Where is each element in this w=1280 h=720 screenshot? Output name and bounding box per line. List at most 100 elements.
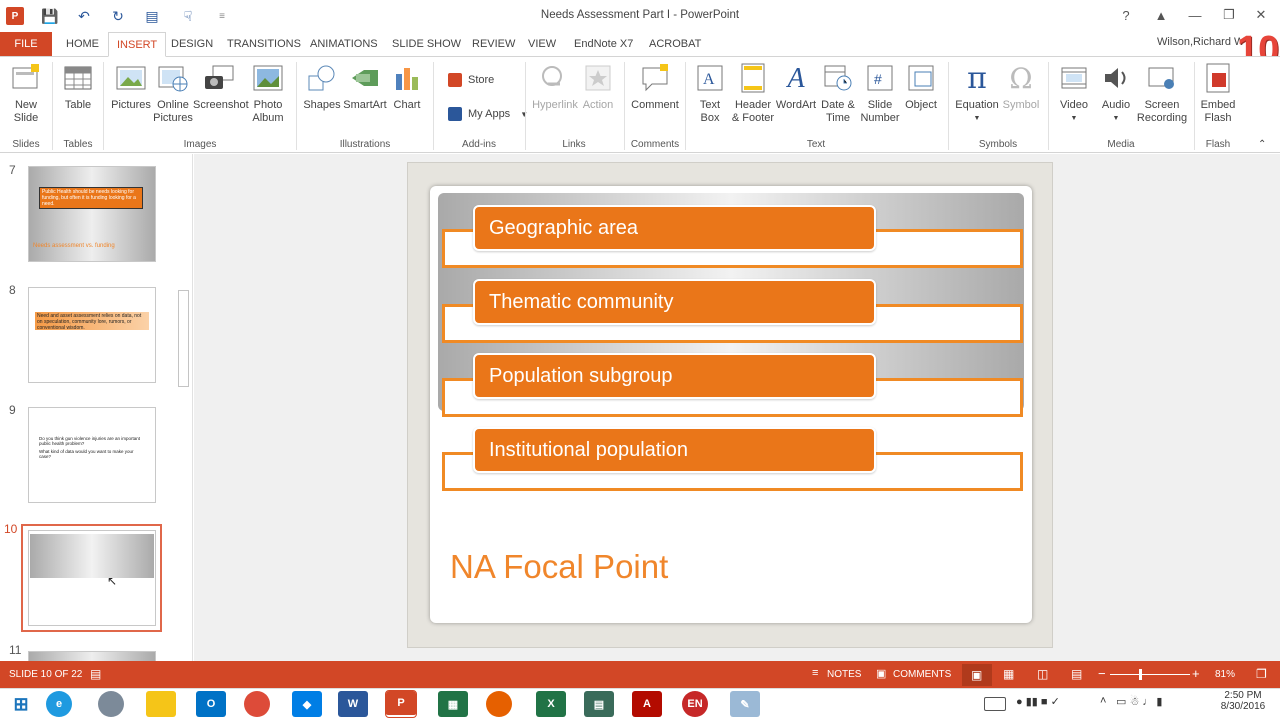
store-button[interactable]: Store [448,73,494,87]
collapse-ribbon-icon[interactable]: ⌃ [1258,139,1266,150]
shapes-button[interactable]: Shapes [301,62,343,112]
tab-file[interactable]: FILE [0,32,52,57]
focal-item-geographic-area[interactable]: Geographic area [473,205,876,251]
comment-icon [639,62,671,94]
comments-button[interactable]: COMMENTS [893,669,951,680]
fit-slide-icon[interactable]: ❐ [1256,667,1267,681]
acrobat-icon[interactable]: A [632,691,662,717]
powerpoint-taskbar-icon[interactable]: P [385,690,417,718]
thumb-text-box: Public Health should be needs looking fo… [39,187,143,209]
browser-icon[interactable] [98,691,124,717]
focal-item-thematic-community[interactable]: Thematic community [473,279,876,325]
hyperlink-button[interactable]: Hyperlink [530,62,580,112]
focal-item-population-subgroup[interactable]: Population subgroup [473,353,876,399]
svg-text:#: # [874,71,882,87]
tab-acrobat[interactable]: ACROBAT [641,32,709,57]
audio-button[interactable]: Audio ▼ [1096,62,1136,125]
keyboard-icon[interactable] [984,697,1006,711]
clock[interactable]: 2:50 PM 8/30/2016 [1218,690,1268,712]
action-button[interactable]: Action [580,62,616,112]
embed-flash-button[interactable]: Embed Flash [1198,62,1238,125]
new-slide-button[interactable]: New Slide [4,62,48,125]
help-icon[interactable]: ? [1111,5,1141,25]
windows-start-icon[interactable]: ⊞ [6,691,36,717]
tab-slide-show[interactable]: SLIDE SHOW [384,32,469,57]
slide-number-button[interactable]: # Slide Number [858,62,902,125]
tab-endnote[interactable]: EndNote X7 [566,32,641,57]
slide-show-icon[interactable]: ▤ [1071,667,1082,681]
chevron-down-icon: ▼ [973,115,981,122]
zoom-slider-track[interactable] [1110,674,1190,675]
reading-view-icon[interactable]: ◫ [1037,667,1048,681]
paint-icon[interactable]: ✎ [730,691,760,717]
text-box-button[interactable]: A Text Box [690,62,730,125]
notes-button[interactable]: NOTES [827,669,861,680]
zoom-slider-thumb[interactable] [1139,669,1142,680]
screen-recording-button[interactable]: Screen Recording [1134,62,1190,125]
speaker-icon [1100,62,1132,94]
pictures-button[interactable]: Pictures [110,62,152,112]
wordart-button[interactable]: A WordArt [774,62,818,112]
my-apps-button[interactable]: My Apps▼ [448,107,528,121]
equation-button[interactable]: π Equation ▼ [954,62,1000,125]
zoom-level[interactable]: 81% [1215,669,1235,680]
ribbon-display-options-icon[interactable]: ▲ [1146,5,1176,25]
symbol-button[interactable]: Ω Symbol [1000,62,1042,112]
tab-insert[interactable]: INSERT [108,32,167,57]
endnote-icon[interactable]: EN [682,691,708,717]
user-name[interactable]: Wilson,Richard W [1157,36,1244,48]
dropbox-icon[interactable]: ◆ [292,691,322,717]
minimize-button[interactable]: — [1180,5,1210,25]
excel-icon[interactable]: X [536,691,566,717]
tray-system-icons[interactable]: ▭ ☃ ♩ ▮ [1116,695,1162,708]
video-button[interactable]: Video ▼ [1054,62,1094,125]
outlook-icon[interactable]: O [196,691,226,717]
firefox-icon[interactable] [486,691,512,717]
slide-thumbnail-9[interactable]: Do you think gun violence injuries are a… [28,407,156,503]
thumbnail-scrollbar-thumb[interactable] [178,290,189,387]
online-pictures-button[interactable]: Online Pictures [152,62,194,125]
file-explorer-icon[interactable] [146,691,176,717]
notes-icon[interactable]: ≡ [812,667,818,679]
zoom-out-button[interactable]: − [1098,666,1106,681]
smartart-button[interactable]: SmartArt [342,62,388,112]
tab-home[interactable]: HOME [58,32,107,57]
header-footer-button[interactable]: Header & Footer [730,62,776,125]
date-time-icon [822,62,854,94]
slide-thumbnail-8[interactable]: Need and asset assessment relies on data… [28,287,156,383]
spreadsheet-icon[interactable]: ▦ [438,691,468,717]
slide-thumbnail-pane[interactable]: 7 Public Health should be needs looking … [0,154,193,661]
internet-explorer-icon[interactable]: e [46,691,72,717]
tab-transitions[interactable]: TRANSITIONS [219,32,309,57]
spell-check-icon[interactable]: ▤ [90,667,101,681]
photo-album-button[interactable]: Photo Album [246,62,290,125]
slide-thumbnail-11[interactable] [28,651,156,661]
comments-icon[interactable]: ▣ [876,667,886,680]
chart-button[interactable]: Chart [388,62,426,112]
slide-title[interactable]: NA Focal Point [450,548,668,586]
word-icon[interactable]: W [338,691,368,717]
tray-overflow-icon[interactable]: ˄ [1100,695,1106,707]
maximize-button[interactable]: ❐ [1214,5,1244,25]
app-icon[interactable]: ▤ [584,691,614,717]
object-button[interactable]: Object [900,62,942,112]
tab-view[interactable]: VIEW [520,32,564,57]
zoom-in-button[interactable]: + [1192,666,1200,681]
slide-thumbnail-7[interactable]: Public Health should be needs looking fo… [28,166,156,262]
close-button[interactable]: ✕ [1246,5,1276,25]
comment-button[interactable]: Comment [630,62,680,112]
slide-sorter-icon[interactable]: ▦ [1003,667,1014,681]
tab-design[interactable]: DESIGN [163,32,221,57]
omega-icon: Ω [1009,61,1033,95]
screenshot-button[interactable]: Screenshot [193,62,249,112]
tray-icons[interactable]: ● ▮▮ ■ ✓ [1016,695,1060,708]
photo-album-icon [252,62,284,94]
focal-item-institutional-population[interactable]: Institutional population [473,427,876,473]
date-time-button[interactable]: Date & Time [818,62,858,125]
tab-review[interactable]: REVIEW [464,32,523,57]
table-button[interactable]: Table [58,62,98,112]
tab-animations[interactable]: ANIMATIONS [302,32,386,57]
normal-view-icon: ▣ [971,668,983,682]
slide-thumbnail-10[interactable]: ↖ [28,530,156,626]
chrome-icon[interactable] [244,691,270,717]
